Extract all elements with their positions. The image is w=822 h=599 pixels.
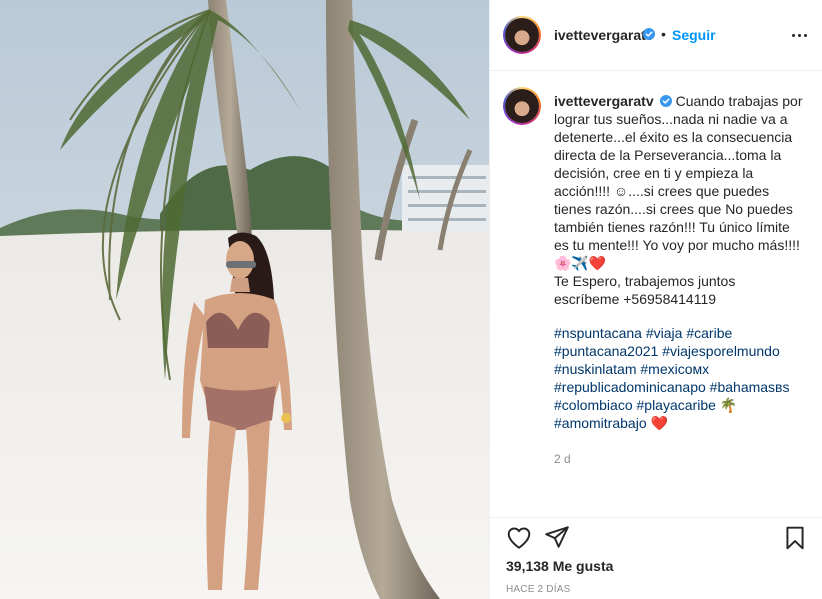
hashtag-link[interactable]: #puntacana2021 <box>554 343 658 359</box>
hashtag-link[interactable]: #nspuntacana <box>554 325 642 341</box>
hashtag-link[interactable]: #caribe <box>686 325 732 341</box>
author-username[interactable]: ivettevergaratv <box>554 27 654 43</box>
hashtag-link[interactable]: #colombiaco <box>554 397 633 413</box>
hashtag-link[interactable]: #nuskinlatam <box>554 361 637 377</box>
beach-photo-illustration <box>0 0 489 599</box>
hashtag-list: #nspuntacana #viaja #caribe #puntacana20… <box>554 324 804 432</box>
caption-username[interactable]: ivettevergaratv <box>554 93 654 109</box>
comments-area[interactable]: ivettevergaratv Cuando trabajas por logra… <box>490 71 822 517</box>
hashtag-link[interactable]: #viaja <box>646 325 683 341</box>
hashtag-link[interactable]: #republicadominicanapo <box>554 379 706 395</box>
likes-count[interactable]: 39,138 Me gusta <box>506 558 613 574</box>
post-timestamp[interactable]: HACE 2 DÍAS <box>506 584 570 595</box>
caption-text: Cuando trabajas por lograr tus sueños...… <box>554 93 803 307</box>
hashtag-link[interactable]: #playacaribe 🌴 <box>637 397 738 413</box>
hashtag-link[interactable]: #bahamasвs <box>710 379 790 395</box>
caption-age[interactable]: 2 d <box>554 452 571 466</box>
author-avatar[interactable] <box>503 16 541 54</box>
verified-badge-icon <box>643 28 655 40</box>
heart-outline-icon[interactable] <box>506 525 532 551</box>
post-photo[interactable] <box>0 0 489 599</box>
follow-button[interactable]: Seguir <box>672 27 716 43</box>
caption-avatar[interactable] <box>503 87 541 125</box>
post-actions: 39,138 Me gusta HACE 2 DÍAS <box>490 517 822 599</box>
header-separator: • <box>661 26 666 42</box>
paper-plane-icon[interactable] <box>544 524 570 550</box>
more-options-icon[interactable] <box>790 26 810 46</box>
post-side-panel: ivettevergaratv • Seguir ivettevergaratv… <box>489 0 822 599</box>
hashtag-link[interactable]: #mexicoмх <box>640 361 709 377</box>
hashtag-link[interactable]: #viajesporelmundo <box>662 343 780 359</box>
post-caption: ivettevergaratv Cuando trabajas por logra… <box>554 92 804 432</box>
hashtag-link[interactable]: #amomitrabajo ❤️ <box>554 415 668 431</box>
bookmark-icon[interactable] <box>782 525 808 551</box>
verified-badge-icon <box>659 95 672 107</box>
post-header: ivettevergaratv • Seguir <box>490 0 822 71</box>
instagram-post: ivettevergaratv • Seguir ivettevergaratv… <box>0 0 822 599</box>
